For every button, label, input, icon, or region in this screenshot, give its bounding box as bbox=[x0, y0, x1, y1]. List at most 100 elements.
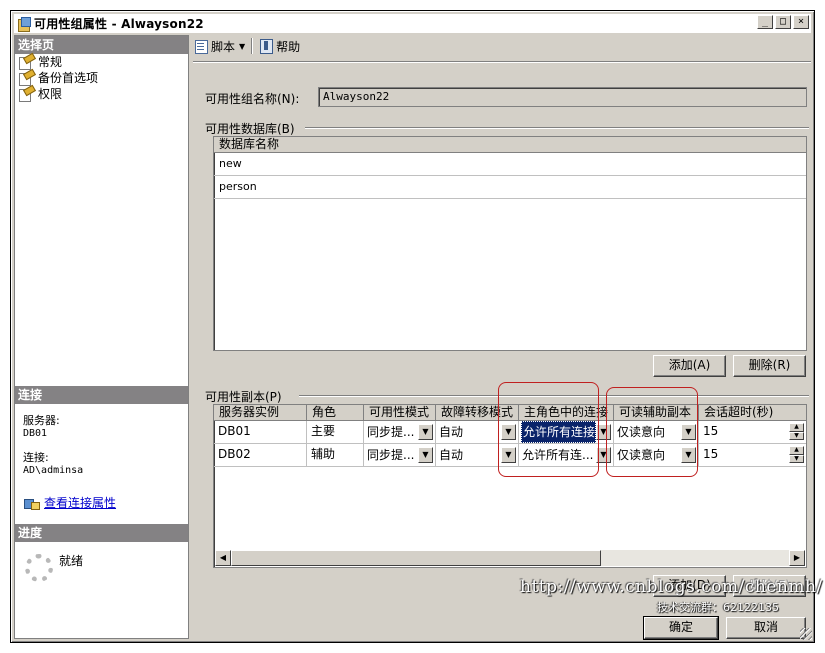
ag-name-label: 可用性组名称(N): bbox=[205, 92, 300, 106]
chevron-down-icon[interactable]: ▼ bbox=[596, 447, 611, 463]
column-header: 可读辅助副本 bbox=[614, 405, 699, 421]
chevron-down-icon[interactable]: ▼ bbox=[501, 447, 516, 463]
column-header: 主角色中的连接 bbox=[519, 405, 614, 421]
left-pane: 选择页 常规 备份首选项 权限 连接 服务器: DB01 连接: AD\admi… bbox=[14, 35, 189, 639]
page-icon bbox=[18, 55, 34, 70]
toolbar-separator bbox=[251, 38, 253, 54]
page-item-label: 权限 bbox=[38, 87, 63, 101]
session-timeout-value: 15 bbox=[703, 447, 719, 461]
group-divider bbox=[305, 127, 809, 129]
databases-grid: 数据库名称 new person bbox=[213, 136, 807, 351]
server-label: 服务器: bbox=[23, 414, 60, 427]
progress-section: 进度 就绪 bbox=[15, 524, 188, 582]
scroll-left-icon[interactable]: ◀ bbox=[215, 550, 231, 566]
group-divider bbox=[299, 395, 809, 397]
page-item-label: 备份首选项 bbox=[38, 71, 99, 85]
replicas-grid-header: 服务器实例 角色 可用性模式 故障转移模式 主角色中的连接 可读辅助副本 会话超… bbox=[214, 405, 806, 421]
title-bar: 可用性组属性 - Alwayson22 _ □ × bbox=[14, 14, 811, 33]
availability-mode-cell[interactable]: 同步提... ▼ bbox=[364, 444, 436, 466]
main-pane: 脚本 ▼ 帮助 可用性组名称(N): Alwayson22 可用性数据库(B) … bbox=[191, 35, 811, 640]
column-header: 数据库名称 bbox=[219, 137, 280, 151]
dialog-window: 可用性组属性 - Alwayson22 _ □ × 选择页 常规 备份首选项 权… bbox=[10, 10, 815, 643]
page-item-label: 常规 bbox=[38, 55, 63, 69]
database-row[interactable]: new bbox=[214, 153, 806, 176]
server-value: DB01 bbox=[23, 428, 48, 439]
connection-header: 连接 bbox=[15, 386, 188, 404]
session-timeout-cell[interactable]: 15 ▲ ▼ bbox=[699, 421, 806, 443]
help-label: 帮助 bbox=[276, 39, 301, 54]
column-header: 会话超时(秒) bbox=[704, 405, 774, 419]
page-icon bbox=[18, 71, 34, 86]
minimize-button[interactable]: _ bbox=[757, 15, 773, 29]
database-row[interactable]: person bbox=[214, 176, 806, 199]
column-header: 故障转移模式 bbox=[436, 405, 519, 421]
databases-grid-header: 数据库名称 bbox=[214, 137, 806, 153]
chevron-down-icon[interactable]: ▼ bbox=[681, 424, 696, 440]
failover-mode-cell[interactable]: 自动 ▼ bbox=[436, 444, 519, 466]
horizontal-scrollbar[interactable]: ◀ ▶ bbox=[215, 550, 805, 566]
toolbar-divider bbox=[193, 61, 811, 63]
cancel-button[interactable]: 取消 bbox=[726, 617, 806, 639]
failover-mode-value: 自动 bbox=[439, 448, 464, 462]
availability-mode-cell[interactable]: 同步提... ▼ bbox=[364, 421, 436, 443]
server-instance-cell: DB01 bbox=[214, 421, 307, 443]
script-icon bbox=[193, 39, 209, 54]
progress-spinner-icon bbox=[25, 554, 53, 582]
window-title: 可用性组属性 - Alwayson22 bbox=[34, 17, 204, 31]
page-item-backup-preferences[interactable]: 备份首选项 bbox=[15, 70, 188, 86]
availability-mode-value: 同步提... bbox=[367, 448, 415, 462]
script-label: 脚本 bbox=[211, 39, 236, 54]
chevron-down-icon[interactable]: ▼ bbox=[418, 447, 433, 463]
watermark-url: http://www.cnblogs.com/chenmh/ bbox=[520, 577, 823, 597]
help-button[interactable]: 帮助 bbox=[258, 38, 300, 55]
replicas-grid: 服务器实例 角色 可用性模式 故障转移模式 主角色中的连接 可读辅助副本 会话超… bbox=[213, 404, 807, 568]
server-instance-cell: DB02 bbox=[214, 444, 307, 466]
chevron-down-icon[interactable]: ▼ bbox=[681, 447, 696, 463]
remove-database-button[interactable]: 删除(R) bbox=[733, 355, 806, 377]
replica-row[interactable]: DB02 辅助 同步提... ▼ 自动 ▼ 允许所有连... ▼ 仅读意向 ▼ 15 ▲… bbox=[214, 444, 806, 467]
replica-row[interactable]: DB01 主要 同步提... ▼ 自动 ▼ 允许所有连接 ▼ 仅读意向 ▼ 15 ▲ ▼ bbox=[214, 421, 806, 444]
close-button[interactable]: × bbox=[793, 15, 809, 29]
page-icon bbox=[18, 87, 34, 102]
ag-name-field[interactable]: Alwayson22 bbox=[318, 87, 807, 107]
script-button[interactable]: 脚本 ▼ bbox=[193, 38, 245, 55]
scrollbar-thumb[interactable] bbox=[231, 550, 601, 566]
scroll-right-icon[interactable]: ▶ bbox=[789, 550, 805, 566]
ok-button[interactable]: 确定 bbox=[643, 616, 719, 640]
column-header: 服务器实例 bbox=[214, 405, 307, 421]
role-cell: 主要 bbox=[307, 421, 364, 443]
chevron-down-icon[interactable]: ▼ bbox=[596, 424, 611, 440]
view-connection-properties-link[interactable]: 查看连接属性 bbox=[44, 494, 116, 511]
role-cell: 辅助 bbox=[307, 444, 364, 466]
select-page-header: 选择页 bbox=[15, 36, 188, 54]
failover-mode-value: 自动 bbox=[439, 425, 464, 439]
chevron-down-icon[interactable]: ▼ bbox=[239, 42, 245, 51]
chevron-down-icon[interactable]: ▼ bbox=[418, 424, 433, 440]
session-timeout-spinner[interactable]: ▲ ▼ bbox=[789, 446, 804, 463]
chevron-down-icon[interactable]: ▼ bbox=[501, 424, 516, 440]
connection-label: 连接: bbox=[23, 451, 49, 464]
column-header: 角色 bbox=[307, 405, 364, 421]
failover-mode-cell[interactable]: 自动 ▼ bbox=[436, 421, 519, 443]
primary-connections-cell[interactable]: 允许所有连接 ▼ bbox=[519, 421, 614, 443]
session-timeout-cell[interactable]: 15 ▲ ▼ bbox=[699, 444, 806, 466]
session-timeout-spinner[interactable]: ▲ ▼ bbox=[789, 423, 804, 440]
primary-connections-cell[interactable]: 允许所有连... ▼ bbox=[519, 444, 614, 466]
primary-connections-value: 允许所有连接 bbox=[521, 421, 596, 443]
help-icon bbox=[258, 39, 274, 54]
progress-header: 进度 bbox=[15, 524, 188, 542]
page-item-permissions[interactable]: 权限 bbox=[15, 86, 188, 102]
readable-secondary-cell[interactable]: 仅读意向 ▼ bbox=[614, 444, 699, 466]
session-timeout-value: 15 bbox=[703, 424, 719, 438]
connection-properties-icon bbox=[23, 496, 40, 510]
column-header: 可用性模式 bbox=[364, 405, 436, 421]
maximize-button[interactable]: □ bbox=[775, 15, 791, 29]
readable-secondary-value: 仅读意向 bbox=[617, 448, 666, 462]
readable-secondary-cell[interactable]: 仅读意向 ▼ bbox=[614, 421, 699, 443]
toolbar: 脚本 ▼ 帮助 bbox=[191, 35, 811, 57]
resize-grip-icon[interactable] bbox=[800, 628, 812, 640]
availability-group-icon bbox=[17, 16, 31, 32]
page-item-general[interactable]: 常规 bbox=[15, 54, 188, 70]
add-database-button[interactable]: 添加(A) bbox=[653, 355, 726, 377]
watermark-contact: 技术交流群：62122135 bbox=[657, 601, 779, 614]
